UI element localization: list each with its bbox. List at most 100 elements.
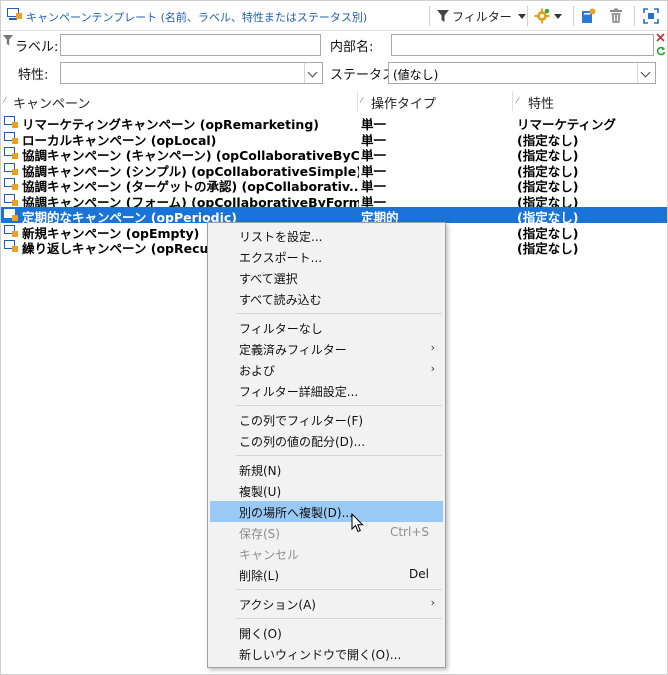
sort-icon: ⁄ <box>517 96 519 105</box>
chevron-right-icon: › <box>430 596 435 609</box>
campaign-row-icon <box>4 193 18 206</box>
table-row[interactable]: リマーケティングキャンペーン (opRemarketing) 単一 リマーケティ… <box>1 114 667 132</box>
chevron-down-icon[interactable] <box>637 63 655 83</box>
table-header: ⁄ キャンペーン ⁄ 操作タイプ ⁄ 特性 <box>1 91 667 113</box>
new-item-button[interactable] <box>581 5 596 27</box>
filter-form: ラベル: 内部名: 特性: ステータス: (値なし) <box>1 32 667 88</box>
nature: (指定なし) <box>517 241 579 256</box>
menu-item-advanced-filter[interactable]: フィルター詳細設定... <box>210 380 443 401</box>
internal-name-field-label: 内部名: <box>330 40 374 55</box>
settings-dropdown-button[interactable] <box>534 5 562 27</box>
menu-item-label: リストを設定... <box>239 230 323 244</box>
close-icon[interactable] <box>656 33 665 42</box>
toolbar-separator <box>429 6 430 26</box>
chevron-down-icon <box>554 13 562 19</box>
toolbar-title: キャンペーンテンプレート (名前、ラベル、特性またはステータス別) <box>26 11 368 24</box>
campaign-row-icon <box>4 147 18 159</box>
status-select[interactable]: (値なし) <box>388 62 656 84</box>
menu-item-label: 別の場所へ複製(D)... <box>239 506 354 520</box>
status-select-value: (値なし) <box>393 68 439 82</box>
menu-item-configure-list[interactable]: リストを設定... <box>210 225 443 246</box>
menu-item-load-all[interactable]: すべて読み込む <box>210 288 443 309</box>
table-row[interactable]: ローカルキャンペーン (opLocal) 単一 (指定なし) <box>1 130 667 148</box>
menu-item-new[interactable]: 新規(N) <box>210 459 443 480</box>
table-row[interactable]: 協調キャンペーン (キャンペーン) (opCollaborativeByCa..… <box>1 145 667 163</box>
menu-item-open[interactable]: 開く(O) <box>210 622 443 643</box>
column-divider[interactable] <box>512 91 513 111</box>
table-row[interactable]: 協調キャンペーン (ターゲットの承認) (opCollaborativ... 単… <box>1 176 667 194</box>
menu-item-label: この列の値の配分(D)... <box>239 435 366 449</box>
menu-item-cancel[interactable]: キャンセル <box>210 543 443 564</box>
menu-item-predefined-filters[interactable]: 定義済みフィルター › <box>210 338 443 359</box>
menu-item-duplicate[interactable]: 複製(U) <box>210 480 443 501</box>
chevron-down-icon[interactable] <box>304 63 322 83</box>
toolbar-separator <box>573 6 574 26</box>
nature-select[interactable] <box>60 62 323 84</box>
column-header-nature[interactable]: 特性 <box>528 93 554 112</box>
settings-gear-icon <box>534 8 550 24</box>
menu-separator <box>236 405 442 406</box>
filter-icon <box>3 35 13 46</box>
menu-item-label: 新しいウィンドウで開く(O)... <box>239 648 402 662</box>
menu-item-delete[interactable]: 削除(L) Del <box>210 564 443 585</box>
column-header-campaign[interactable]: キャンペーン <box>13 93 90 112</box>
label-field-label: ラベル: <box>15 40 59 55</box>
sort-icon: ⁄ <box>361 96 363 105</box>
campaign-row-icon <box>4 224 18 237</box>
column-header-operation-type[interactable]: 操作タイプ <box>371 93 436 112</box>
menu-separator <box>236 455 442 456</box>
menu-item-actions[interactable]: アクション(A) › <box>210 593 443 614</box>
menu-item-label: 削除(L) <box>239 569 280 583</box>
refresh-icon[interactable] <box>656 46 666 56</box>
menu-item-label: この列でフィルター(F) <box>239 414 364 428</box>
menu-item-label: 新規(N) <box>239 464 282 478</box>
new-item-icon <box>582 8 596 23</box>
column-divider[interactable] <box>357 91 358 111</box>
menu-item-label: および <box>239 364 276 378</box>
context-menu: リストを設定... エクスポート... すべて選択 すべて読み込む フィルターな… <box>207 222 446 668</box>
menu-item-export[interactable]: エクスポート... <box>210 246 443 267</box>
toolbar-separator <box>527 6 528 26</box>
fullscreen-icon <box>643 8 659 24</box>
menu-item-select-all[interactable]: すべて選択 <box>210 267 443 288</box>
internal-name-input[interactable] <box>391 34 654 56</box>
table-row[interactable]: 協調キャンペーン (フォーム) (opCollaborativeByForm) … <box>1 192 667 210</box>
toolbar: キャンペーンテンプレート (名前、ラベル、特性またはステータス別) フィルター <box>1 1 667 31</box>
menu-item-no-filter[interactable]: フィルターなし <box>210 317 443 338</box>
filter-button-label: フィルター <box>452 9 512 24</box>
table-row[interactable]: 協調キャンペーン (シンプル) (opCollaborativeSimple) … <box>1 161 667 179</box>
menu-item-duplicate-elsewhere[interactable]: 別の場所へ複製(D)... <box>210 501 443 522</box>
campaign-row-icon <box>4 209 18 221</box>
menu-item-label: アクション(A) <box>239 598 316 612</box>
menu-item-value-distribution[interactable]: この列の値の配分(D)... <box>210 430 443 451</box>
campaign-row-icon <box>4 162 18 175</box>
menu-separator <box>236 313 442 314</box>
menu-item-label: すべて読み込む <box>239 293 322 307</box>
campaign-row-icon <box>4 116 18 128</box>
menu-item-filter-on-column[interactable]: この列でフィルター(F) <box>210 409 443 430</box>
campaign-template-window: キャンペーンテンプレート (名前、ラベル、特性またはステータス別) フィルター <box>0 0 668 675</box>
delete-icon <box>610 8 622 23</box>
nature-field-label: 特性: <box>18 68 49 83</box>
filter-dropdown-button[interactable]: フィルター <box>437 5 526 27</box>
chevron-down-icon <box>517 13 526 19</box>
campaign-row-icon <box>4 131 18 144</box>
toolbar-separator <box>634 6 635 26</box>
menu-item-shortcut: Del <box>409 567 429 581</box>
menu-item-label: フィルターなし <box>239 322 323 336</box>
fullscreen-button[interactable] <box>643 5 659 27</box>
chevron-right-icon: › <box>430 362 435 375</box>
menu-separator <box>236 618 442 619</box>
campaign-template-icon <box>7 8 22 20</box>
filter-icon <box>437 9 449 22</box>
menu-item-save[interactable]: 保存(S) Ctrl+S <box>210 522 443 543</box>
sort-icon: ⁄ <box>4 96 6 105</box>
menu-item-label: すべて選択 <box>239 272 298 286</box>
label-input[interactable] <box>60 34 321 56</box>
table-row-selected[interactable]: 定期的なキャンペーン (opPeriodic) 定期的 (指定なし) <box>1 207 667 225</box>
delete-button[interactable] <box>609 5 623 27</box>
menu-item-open-new-window[interactable]: 新しいウィンドウで開く(O)... <box>210 643 443 664</box>
menu-item-label: 保存(S) <box>239 527 280 541</box>
menu-item-and[interactable]: および › <box>210 359 443 380</box>
menu-item-label: 定義済みフィルター <box>239 343 347 357</box>
